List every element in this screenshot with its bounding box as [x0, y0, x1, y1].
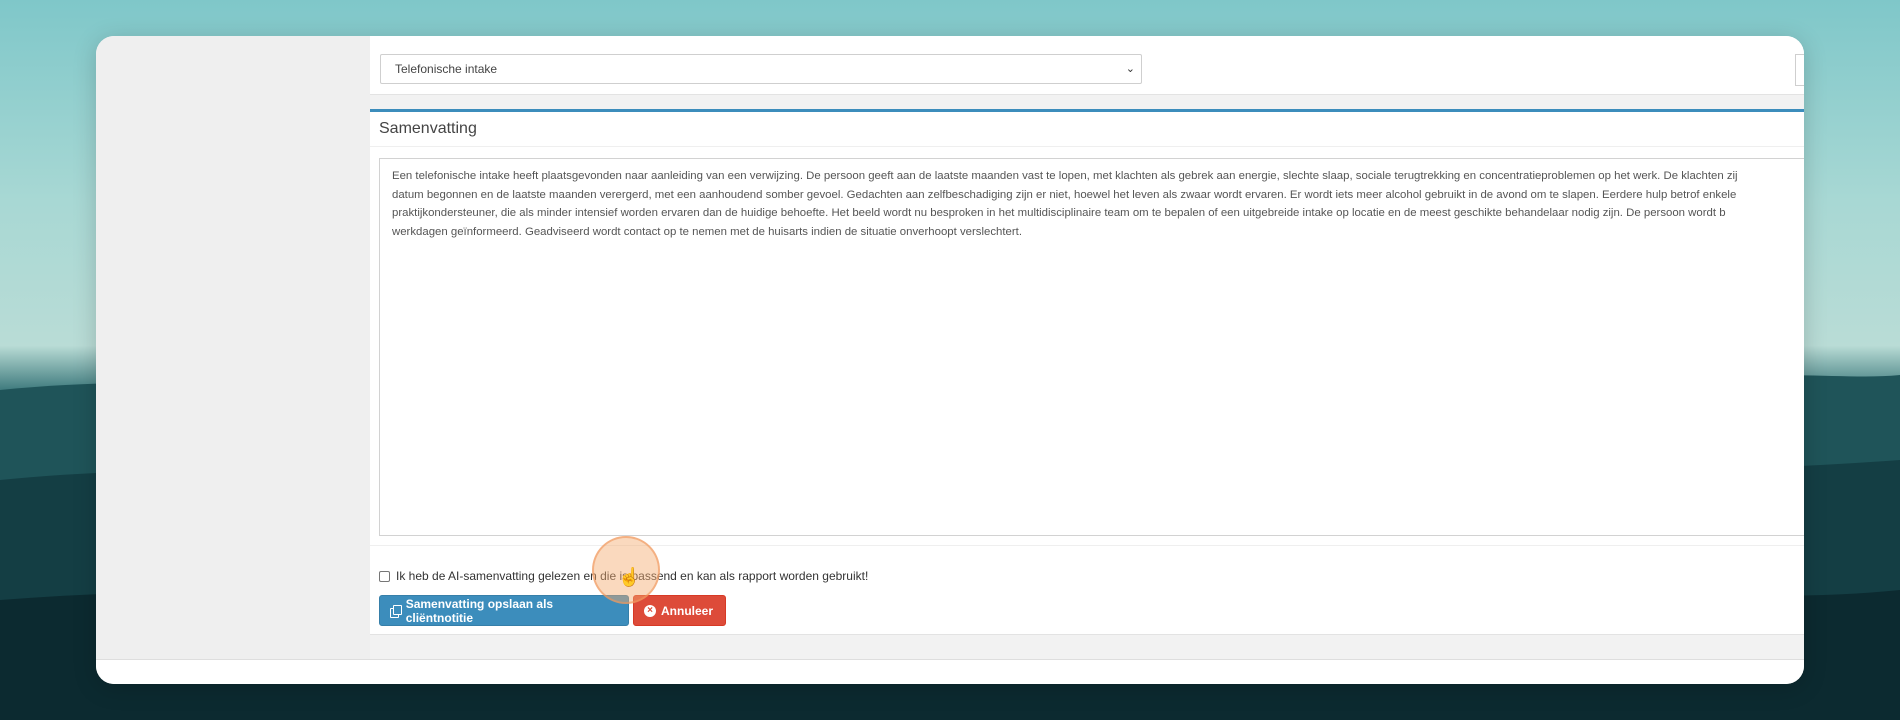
- save-summary-button[interactable]: Samenvatting opslaan als cliëntnotitie: [379, 595, 629, 626]
- footer: [96, 659, 1804, 684]
- summary-panel: Samenvatting Een telefonische intake hee…: [370, 109, 1804, 635]
- select-value: Telefonische intake: [395, 62, 498, 76]
- side-control[interactable]: [1795, 54, 1804, 86]
- copy-icon: [390, 605, 402, 618]
- summary-line: datum begonnen en de laatste maanden ver…: [392, 188, 1737, 201]
- app-window: Telefonische intake ⌄ Samenvatting Een t…: [96, 36, 1804, 684]
- sidebar: [96, 36, 370, 660]
- summary-textarea[interactable]: Een telefonische intake heeft plaatsgevo…: [379, 158, 1804, 536]
- chevron-down-icon: ⌄: [1125, 63, 1135, 75]
- hand-pointer-icon: ☝: [618, 567, 641, 587]
- summary-line: praktijkondersteuner, die als minder int…: [392, 207, 1726, 220]
- times-circle-icon: ×: [644, 604, 656, 617]
- panel-divider: [370, 146, 1804, 147]
- summary-line: werkdagen geïnformeerd. Geadviseerd word…: [392, 225, 1023, 238]
- panel-title: Samenvatting: [379, 120, 477, 137]
- appointment-type-card: Telefonische intake ⌄: [370, 36, 1804, 95]
- cancel-button[interactable]: × Annuleer: [633, 595, 726, 626]
- summary-line: Een telefonische intake heeft plaatsgevo…: [392, 170, 1738, 182]
- main-content: Telefonische intake ⌄ Samenvatting Een t…: [370, 36, 1804, 660]
- divider: [370, 545, 1804, 546]
- save-summary-label: Samenvatting opslaan als cliëntnotitie: [405, 596, 554, 625]
- appointment-type-select[interactable]: Telefonische intake ⌄: [380, 54, 1142, 84]
- cancel-label: Annuleer: [661, 603, 714, 618]
- confirm-checkbox[interactable]: [379, 570, 390, 582]
